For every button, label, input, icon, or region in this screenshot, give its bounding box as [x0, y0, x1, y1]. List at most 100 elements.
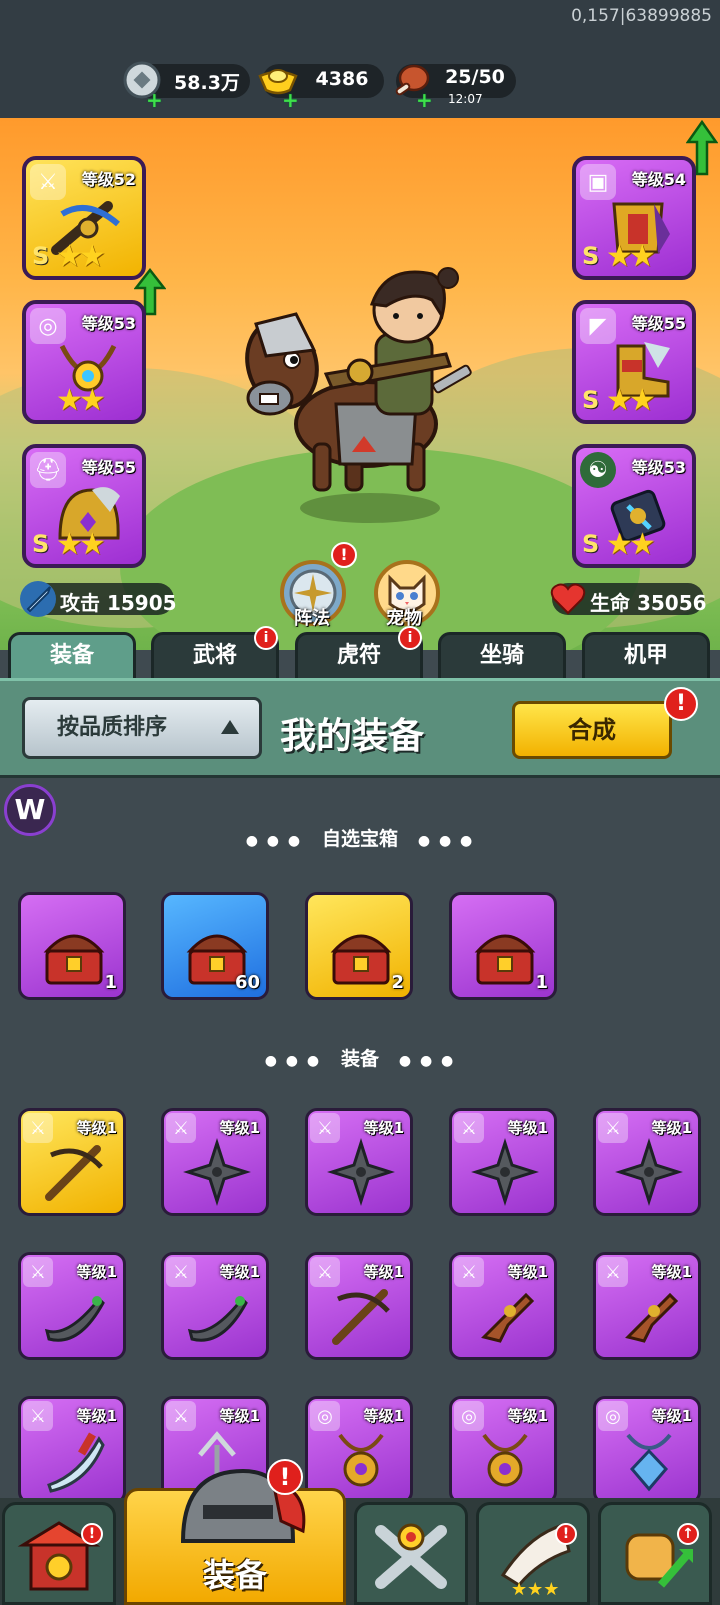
slot-stars: ★★: [56, 383, 106, 418]
pistol-icon: [625, 1292, 679, 1343]
equipment-item[interactable]: ⚔ 等级1: [449, 1252, 557, 1360]
sort-label: 按品质排序: [57, 715, 168, 740]
equipment-slot-helmet[interactable]: ⛑ 等级55 S ★★: [22, 444, 146, 568]
equipment-item[interactable]: ⚔ 等级1: [593, 1108, 701, 1216]
nav-upgrade-button[interactable]: ↑: [598, 1502, 712, 1605]
horn-icon: ★★★: [500, 1523, 571, 1600]
equipment-item[interactable]: ◎ 等级1: [449, 1396, 557, 1504]
slot-level: 等级53: [631, 458, 686, 477]
equipment-slot-talisman[interactable]: ☯ 等级53 S ★★: [572, 444, 696, 568]
item-level: 等级1: [651, 1407, 692, 1425]
silver-resource[interactable]: 58.3万 +: [123, 61, 250, 110]
chest-item[interactable]: 1: [449, 892, 557, 1000]
health-value: 生命 35056: [590, 591, 707, 615]
amulet-icon: [482, 1433, 528, 1487]
tab-mounts[interactable]: 坐骑: [438, 632, 566, 678]
crossed-swords-icon: [375, 1523, 447, 1589]
fist-upgrade-icon: [625, 1533, 693, 1588]
slot-stars: ★★: [606, 383, 656, 418]
item-level: 等级1: [651, 1119, 692, 1137]
item-level: 等级1: [507, 1119, 548, 1137]
shuriken-icon: [615, 1138, 683, 1206]
equipment-section-title: 装备: [340, 1048, 379, 1070]
item-level: 等级1: [219, 1119, 260, 1137]
page-title: 我的装备: [280, 716, 425, 757]
equipment-slot-weapon[interactable]: ⚔ 等级52 S ★★: [22, 156, 146, 280]
equipment-item[interactable]: ⚔ 等级1: [305, 1252, 413, 1360]
panda-chest-icon: [330, 934, 392, 985]
equipment-section-header: ● ● ● 装备 ● ● ●: [0, 1044, 720, 1071]
equipment-item[interactable]: ⚔ 等级1: [18, 1252, 126, 1360]
chest-count: 2: [391, 972, 404, 993]
tiger-tally-alert-badge: i: [398, 626, 422, 650]
shuriken-icon: [183, 1138, 251, 1206]
item-level: 等级1: [363, 1119, 404, 1137]
nav-shop-button[interactable]: !: [2, 1502, 116, 1605]
hero-chest-icon: [474, 934, 536, 985]
slot-level: 等级55: [81, 458, 136, 477]
hero-character[interactable]: [236, 264, 496, 504]
stamina-timer: 12:07: [448, 92, 483, 106]
chest-count: 1: [104, 972, 117, 993]
attack-stat: 攻击 15905: [20, 581, 177, 617]
equipment-item[interactable]: ⚔ 等级1: [305, 1108, 413, 1216]
nav-horn-button[interactable]: ★★★ !: [476, 1502, 590, 1605]
equipment-item[interactable]: ⚔ 等级1: [161, 1252, 269, 1360]
slot-rank: S: [582, 242, 600, 270]
chest-item[interactable]: 2: [305, 892, 413, 1000]
equipment-alert-badge: !: [267, 1459, 303, 1495]
equipment-item[interactable]: ⚔ 等级1: [161, 1108, 269, 1216]
equipment-item[interactable]: ⚔ 等级1: [449, 1108, 557, 1216]
item-level: 等级1: [76, 1263, 117, 1281]
slot-rank: S: [582, 530, 600, 558]
attack-value: 攻击 15905: [60, 591, 177, 615]
crystal-amulet-icon: [626, 1433, 672, 1492]
equipment-slot-armor[interactable]: ▣ 等级54 S ★★: [572, 156, 696, 280]
item-level: 等级1: [363, 1263, 404, 1281]
generals-alert-badge: i: [254, 626, 278, 650]
gold-resource[interactable]: 4386 +: [258, 64, 384, 110]
equipment-item[interactable]: ◎ 等级1: [593, 1396, 701, 1504]
add-gold-icon[interactable]: +: [282, 90, 299, 110]
debug-info: 0,157|63899885: [571, 6, 712, 26]
sword-icon: [20, 581, 56, 617]
shop-alert-badge: !: [81, 1523, 103, 1545]
slot-stars: ★★: [56, 239, 106, 274]
equipment-slot-necklace[interactable]: ◎ 等级53 ★★: [22, 300, 146, 424]
add-stamina-icon[interactable]: +: [416, 90, 433, 110]
chest-section-title: 自选宝箱: [321, 828, 398, 850]
item-level: 等级1: [219, 1407, 260, 1425]
item-level: 等级1: [363, 1407, 404, 1425]
slot-level: 等级55: [631, 314, 686, 333]
mystery-chest-icon: [43, 934, 105, 985]
nav-battle-button[interactable]: [354, 1502, 468, 1605]
nav-equipment-label: 装备: [202, 1556, 267, 1594]
equipment-item[interactable]: ⚔ 等级1: [18, 1396, 126, 1504]
add-silver-icon[interactable]: +: [146, 90, 163, 110]
compose-alert-badge: !: [664, 687, 698, 721]
shop-building-icon: [17, 1521, 101, 1591]
tab-mecha[interactable]: 机甲: [582, 632, 710, 678]
tab-equipment[interactable]: 装备: [8, 632, 136, 678]
equipment-slot-boots[interactable]: ◤ 等级55 S ★★: [572, 300, 696, 424]
equipment-item[interactable]: ⚔ 等级1: [593, 1252, 701, 1360]
svg-text:★★★: ★★★: [511, 1579, 559, 1600]
bottom-navigation: ! ! 装备 ★★★ ! ↑: [0, 1459, 720, 1605]
health-stat: 生命 35056: [550, 583, 707, 615]
gold-value: 4386: [315, 68, 369, 90]
chest-item[interactable]: 1: [18, 892, 126, 1000]
compose-button[interactable]: 合成: [512, 701, 672, 759]
slot-rank: S: [582, 386, 600, 414]
equipment-item[interactable]: ⚔ 等级1: [18, 1108, 126, 1216]
upgrade-alert-badge: ↑: [677, 1523, 699, 1545]
silver-value: 58.3万: [174, 72, 240, 94]
slot-stars: ★★: [56, 527, 106, 562]
chest-item[interactable]: 60: [161, 892, 269, 1000]
stamina-resource[interactable]: 25/50 12:07 +: [395, 64, 516, 110]
chest-count: 1: [535, 972, 548, 993]
chest-section-header: ● ● ● 自选宝箱 ● ● ●: [0, 824, 720, 851]
glaive-icon: [47, 1432, 105, 1493]
nav-equipment-button[interactable]: ! 装备: [124, 1459, 346, 1605]
sort-by-quality-button[interactable]: 按品质排序: [22, 697, 262, 759]
formation-alert-badge: !: [331, 542, 357, 568]
